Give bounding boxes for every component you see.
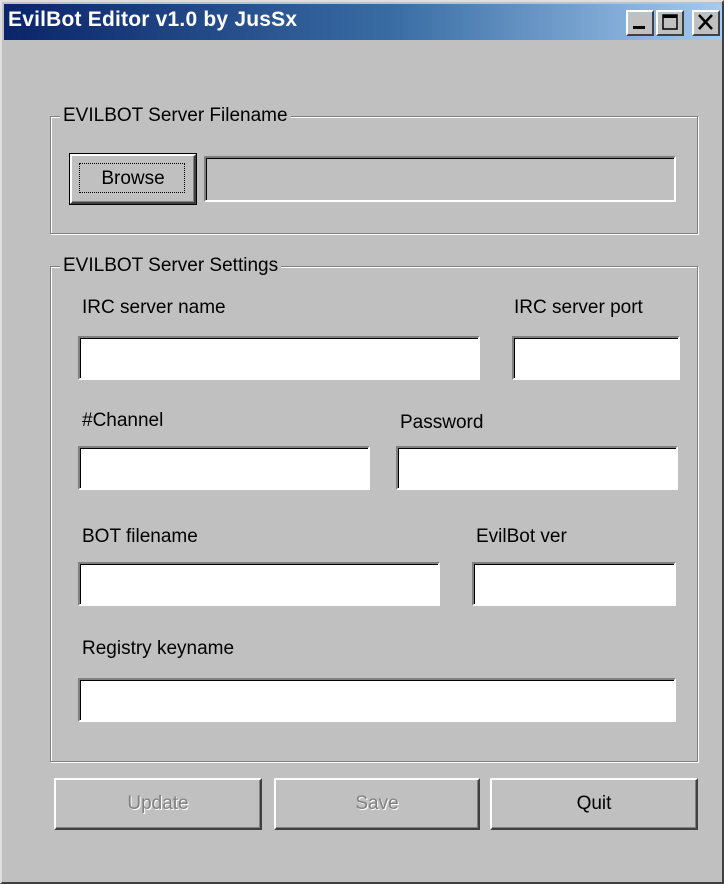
irc-server-port-field[interactable] [512,336,680,380]
server-filename-legend: EVILBOT Server Filename [60,105,291,127]
irc-server-port-label: IRC server port [514,297,643,318]
update-button[interactable]: Update [54,778,262,830]
evilbot-ver-label: EvilBot ver [476,526,567,547]
registry-keyname-label: Registry keyname [82,638,235,659]
close-icon [698,14,713,30]
maximize-icon [662,14,678,30]
bot-filename-field[interactable] [78,562,440,606]
password-label: Password [400,412,484,433]
maximize-button[interactable] [656,10,684,36]
registry-keyname-field[interactable] [78,678,676,722]
irc-server-name-label: IRC server name [82,297,226,318]
browse-button[interactable]: Browse [69,153,197,205]
save-button[interactable]: Save [274,778,480,830]
channel-label: #Channel [82,410,164,431]
bot-filename-label: BOT filename [82,526,198,547]
irc-server-name-field[interactable] [78,336,480,380]
password-field[interactable] [396,446,678,490]
minimize-icon [633,26,645,29]
server-filename-field[interactable] [204,156,676,202]
server-settings-legend: EVILBOT Server Settings [60,255,282,277]
minimize-button[interactable] [626,10,654,36]
quit-button[interactable]: Quit [490,778,698,830]
evilbot-editor-window: EvilBot Editor v1.0 by JusSx EVILBOT Ser… [0,0,724,884]
window-title: EvilBot Editor v1.0 by JusSx [8,8,298,31]
evilbot-ver-field[interactable] [472,562,676,606]
channel-field[interactable] [78,446,370,490]
close-button[interactable] [692,10,720,36]
focus-indicator [79,163,185,193]
title-bar[interactable]: EvilBot Editor v1.0 by JusSx [4,4,722,40]
